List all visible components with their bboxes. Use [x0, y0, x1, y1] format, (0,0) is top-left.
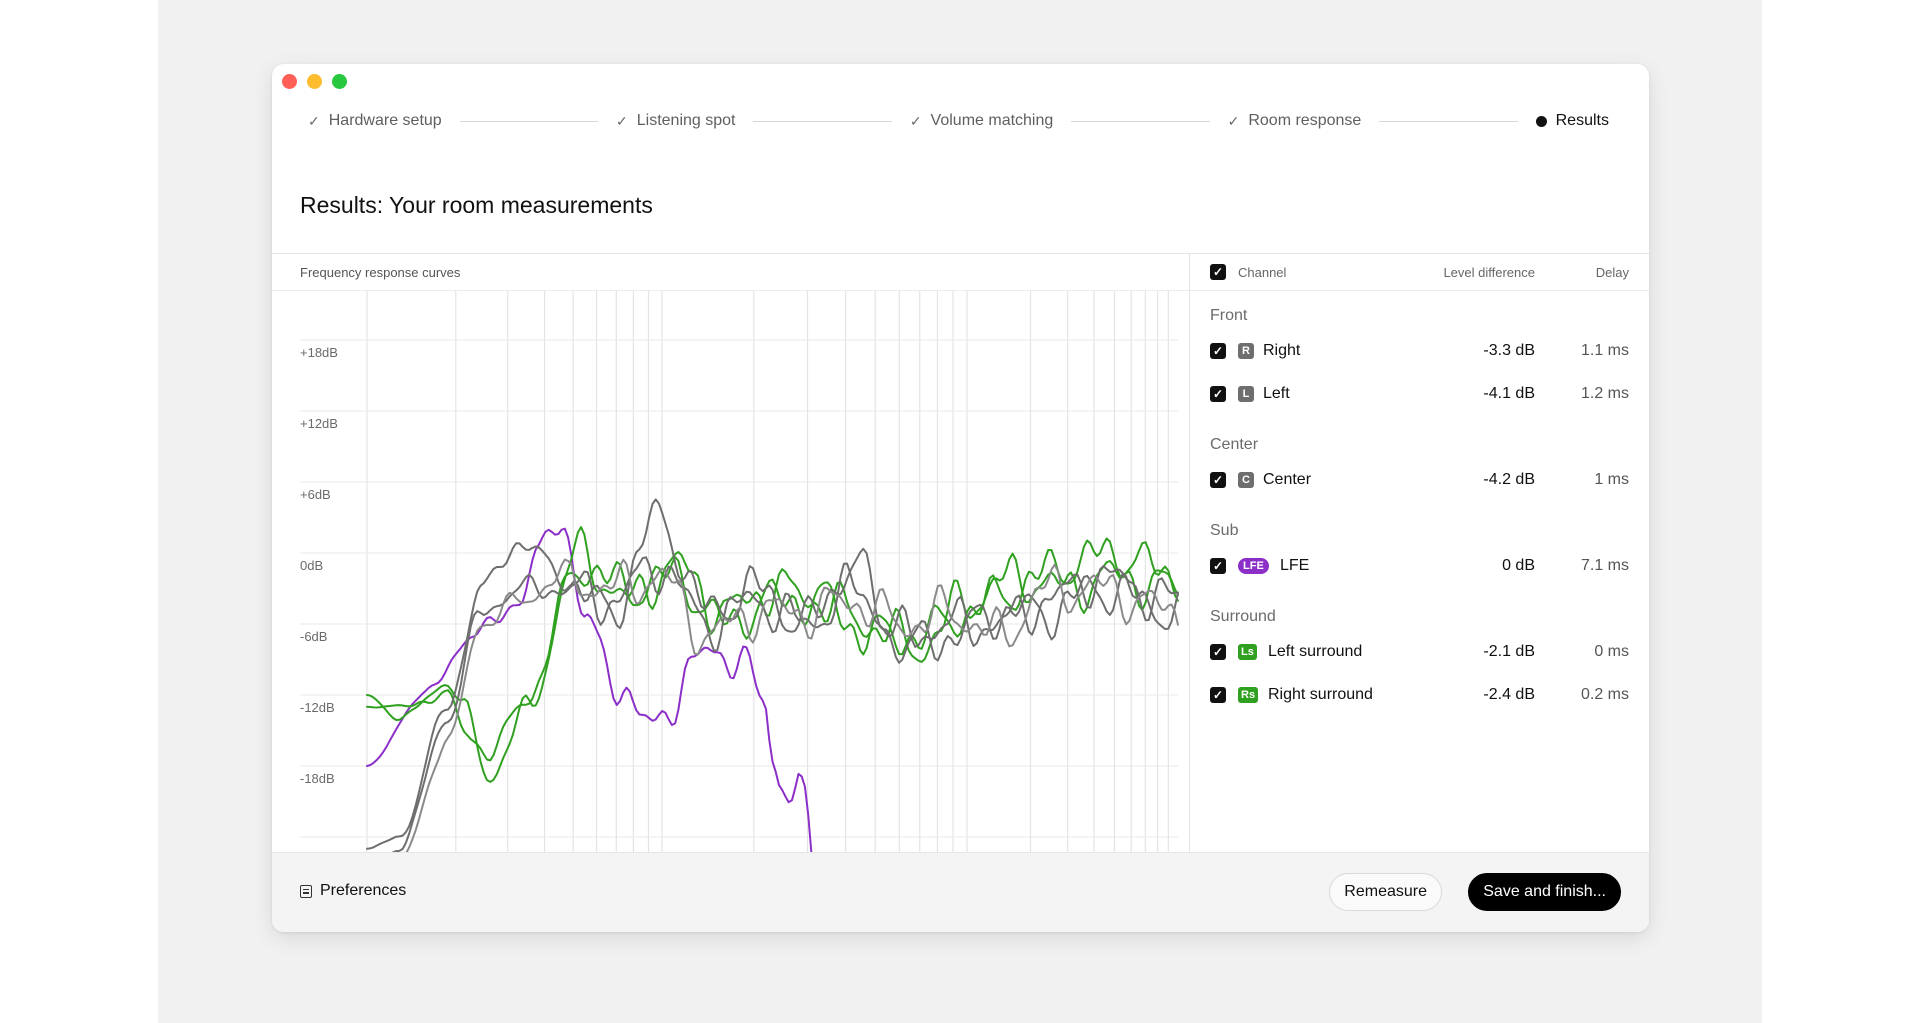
- level-difference: -4.1 dB: [1483, 385, 1535, 402]
- delay-value: 1.2 ms: [1580, 385, 1629, 402]
- curve-right-surround: [366, 537, 1179, 762]
- check-icon: ✓: [909, 112, 922, 129]
- chart-panel: Frequency response curves +18dB +12dB +6dB…: [272, 254, 1190, 854]
- app-window: ✓ Hardware setup ✓ Listening spot ✓ Volu…: [272, 64, 1649, 932]
- window-controls: [282, 74, 347, 89]
- delay-value: 1.1 ms: [1580, 342, 1629, 359]
- channel-table: ✓ Channel Level difference Delay Front ✓…: [1190, 254, 1649, 854]
- step-label: Listening spot: [636, 112, 736, 129]
- channel-name: Left surround: [1268, 643, 1363, 660]
- step-results[interactable]: Results: [1535, 112, 1609, 130]
- channel-checkbox[interactable]: ✓: [1210, 386, 1226, 402]
- check-icon: ✓: [308, 112, 320, 129]
- preferences-icon: [300, 884, 312, 898]
- select-all-checkbox[interactable]: ✓: [1210, 264, 1226, 280]
- step-volume-matching[interactable]: ✓ Volume matching: [910, 112, 1053, 130]
- channel-row-center[interactable]: ✓ C Center -4.2 dB 1 ms: [1190, 465, 1649, 495]
- preferences-label: Preferences: [320, 882, 407, 899]
- channel-badge: C: [1238, 472, 1254, 488]
- save-and-finish-button[interactable]: Save and finish...: [1468, 873, 1621, 911]
- level-difference: -2.4 dB: [1483, 686, 1535, 703]
- step-label: Room response: [1248, 112, 1362, 129]
- y-tick-label: +6dB: [300, 487, 331, 502]
- y-tick-label: -6dB: [300, 629, 327, 644]
- channel-badge: LFE: [1238, 558, 1269, 574]
- step-label: Results: [1555, 112, 1609, 129]
- frequency-response-chart: +18dB +12dB +6dB 0dB -6dB -12dB -18dB: [300, 291, 1179, 854]
- group-title-sub: Sub: [1210, 522, 1239, 539]
- channel-name: Center: [1263, 471, 1312, 488]
- curve-right: [366, 498, 1179, 850]
- table-header: ✓ Channel Level difference Delay: [1190, 254, 1649, 291]
- channel-badge: Ls: [1238, 644, 1257, 660]
- y-tick-label: 0dB: [300, 558, 323, 573]
- channel-row-lfe[interactable]: ✓ LFE LFE 0 dB 7.1 ms: [1190, 551, 1649, 581]
- footer-bar: Preferences Remeasure Save and finish...: [272, 852, 1649, 932]
- step-label: Hardware setup: [328, 112, 442, 129]
- step-connector: [1379, 120, 1518, 122]
- channel-row-right[interactable]: ✓ R Right -3.3 dB 1.1 ms: [1190, 336, 1649, 366]
- delay-value: 0 ms: [1594, 643, 1629, 660]
- step-connector: [753, 120, 892, 122]
- remeasure-button[interactable]: Remeasure: [1329, 873, 1442, 911]
- group-title-front: Front: [1210, 307, 1248, 324]
- channel-checkbox[interactable]: ✓: [1210, 687, 1226, 703]
- level-difference: -3.3 dB: [1483, 342, 1535, 359]
- check-icon: ✓: [616, 112, 628, 129]
- group-title-center: Center: [1210, 436, 1259, 453]
- preferences-button[interactable]: Preferences: [300, 882, 406, 900]
- group-title-surround: Surround: [1210, 608, 1276, 625]
- channel-checkbox[interactable]: ✓: [1210, 644, 1226, 660]
- step-connector: [459, 120, 599, 122]
- y-tick-label: -18dB: [300, 771, 335, 786]
- channel-row-left[interactable]: ✓ L Left -4.1 dB 1.2 ms: [1190, 379, 1649, 409]
- vertical-gridlines: [366, 291, 1169, 854]
- channel-name: LFE: [1280, 557, 1310, 574]
- delay-value: 7.1 ms: [1580, 557, 1629, 574]
- page-title: Results: Your room measurements: [300, 192, 653, 218]
- channel-name: Left: [1263, 385, 1290, 402]
- close-window-button[interactable]: [282, 74, 297, 89]
- current-step-dot-icon: [1535, 115, 1547, 127]
- channel-checkbox[interactable]: ✓: [1210, 472, 1226, 488]
- step-hardware-setup[interactable]: ✓ Hardware setup: [308, 112, 442, 130]
- y-tick-label: +12dB: [300, 416, 338, 431]
- delay-value: 0.2 ms: [1580, 686, 1629, 703]
- level-difference: 0 dB: [1502, 557, 1535, 574]
- y-tick-label: +18dB: [300, 345, 338, 360]
- channel-row-left-surround[interactable]: ✓ Ls Left surround -2.1 dB 0 ms: [1190, 637, 1649, 667]
- step-room-response[interactable]: ✓ Room response: [1228, 112, 1362, 130]
- channel-row-right-surround[interactable]: ✓ Rs Right surround -2.4 dB 0.2 ms: [1190, 680, 1649, 710]
- results-content: Frequency response curves +18dB +12dB +6dB…: [272, 253, 1649, 854]
- column-header-delay: Delay: [1595, 265, 1629, 280]
- delay-value: 1 ms: [1594, 471, 1629, 488]
- check-icon: ✓: [1227, 112, 1240, 129]
- channel-badge: Rs: [1238, 687, 1259, 703]
- level-difference: -2.1 dB: [1483, 643, 1535, 660]
- level-difference: -4.2 dB: [1483, 471, 1535, 488]
- channel-name: Right surround: [1268, 686, 1373, 703]
- horizontal-gridlines: +18dB +12dB +6dB 0dB -6dB -12dB -18dB: [300, 339, 1178, 838]
- channel-checkbox[interactable]: ✓: [1210, 343, 1226, 359]
- column-header-level-difference: Level difference: [1443, 265, 1535, 280]
- y-tick-label: -12dB: [300, 700, 335, 715]
- channel-badge: R: [1238, 343, 1254, 359]
- channel-name: Right: [1263, 342, 1301, 359]
- step-connector: [1071, 120, 1210, 122]
- step-label: Volume matching: [930, 112, 1054, 129]
- column-header-channel: Channel: [1238, 265, 1287, 280]
- maximize-window-button[interactable]: [332, 74, 347, 89]
- step-listening-spot[interactable]: ✓ Listening spot: [616, 112, 735, 130]
- setup-stepper: ✓ Hardware setup ✓ Listening spot ✓ Volu…: [308, 104, 1609, 138]
- minimize-window-button[interactable]: [307, 74, 322, 89]
- channel-badge: L: [1238, 386, 1254, 402]
- channel-checkbox[interactable]: ✓: [1210, 558, 1226, 574]
